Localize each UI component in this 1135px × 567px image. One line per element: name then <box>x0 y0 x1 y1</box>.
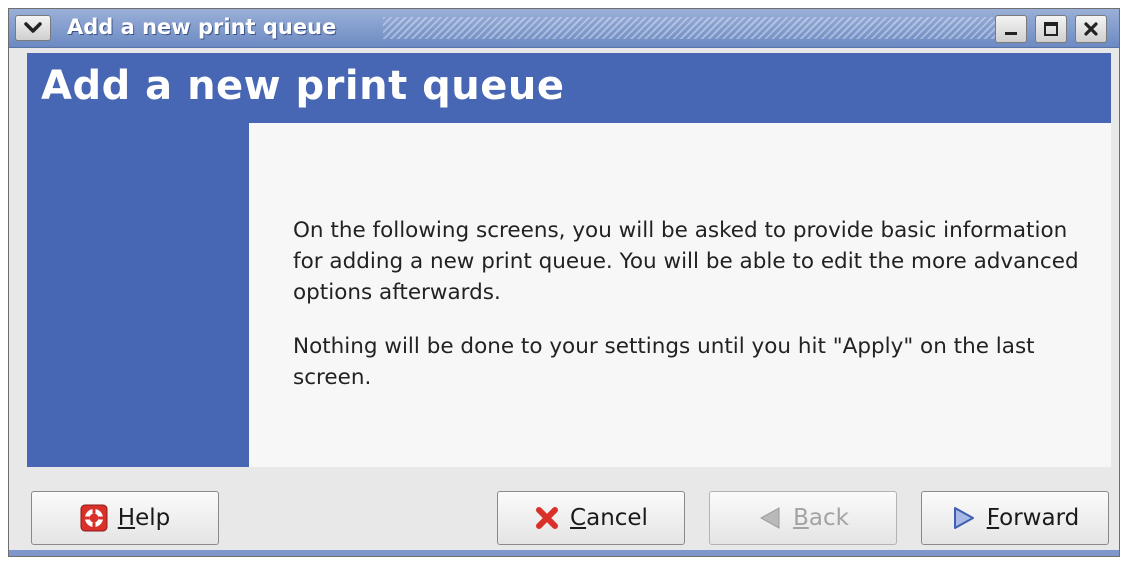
chevron-down-icon <box>24 22 42 34</box>
page-title: Add a new print queue <box>41 63 565 109</box>
page-header: Add a new print queue <box>27 53 1111 123</box>
cancel-button[interactable]: Cancel <box>497 491 685 545</box>
back-button[interactable]: Back <box>709 491 897 545</box>
window-title: Add a new print queue <box>67 15 337 39</box>
close-icon <box>1083 21 1099 37</box>
back-button-label: Back <box>793 505 849 531</box>
title-bar[interactable]: Add a new print queue <box>9 9 1119 48</box>
apply-notice-paragraph: Nothing will be done to your settings un… <box>293 334 1035 390</box>
close-button[interactable] <box>1075 15 1107 43</box>
maximize-icon <box>1043 21 1059 37</box>
help-lifebuoy-icon <box>80 504 108 532</box>
title-bar-grip <box>383 17 1007 39</box>
forward-button-label: Forward <box>986 505 1080 531</box>
forward-button[interactable]: Forward <box>921 491 1109 545</box>
window-bottom-border <box>9 550 1119 556</box>
maximize-button[interactable] <box>1035 15 1067 43</box>
left-arrow-icon <box>757 505 783 531</box>
cancel-button-label: Cancel <box>570 505 648 531</box>
right-arrow-icon <box>951 505 977 531</box>
minimize-icon <box>1003 21 1019 37</box>
content-panel: On the following screens, you will be as… <box>249 123 1111 467</box>
help-button-label: Help <box>117 505 171 531</box>
sidebar-panel <box>27 123 249 467</box>
help-button[interactable]: Help <box>31 491 219 545</box>
dialog-window: Add a new print queue Add a new print qu… <box>8 8 1120 557</box>
intro-paragraph: On the following screens, you will be as… <box>293 218 1079 305</box>
red-x-icon <box>534 505 560 531</box>
window-menu-button[interactable] <box>15 15 51 41</box>
minimize-button[interactable] <box>995 15 1027 43</box>
